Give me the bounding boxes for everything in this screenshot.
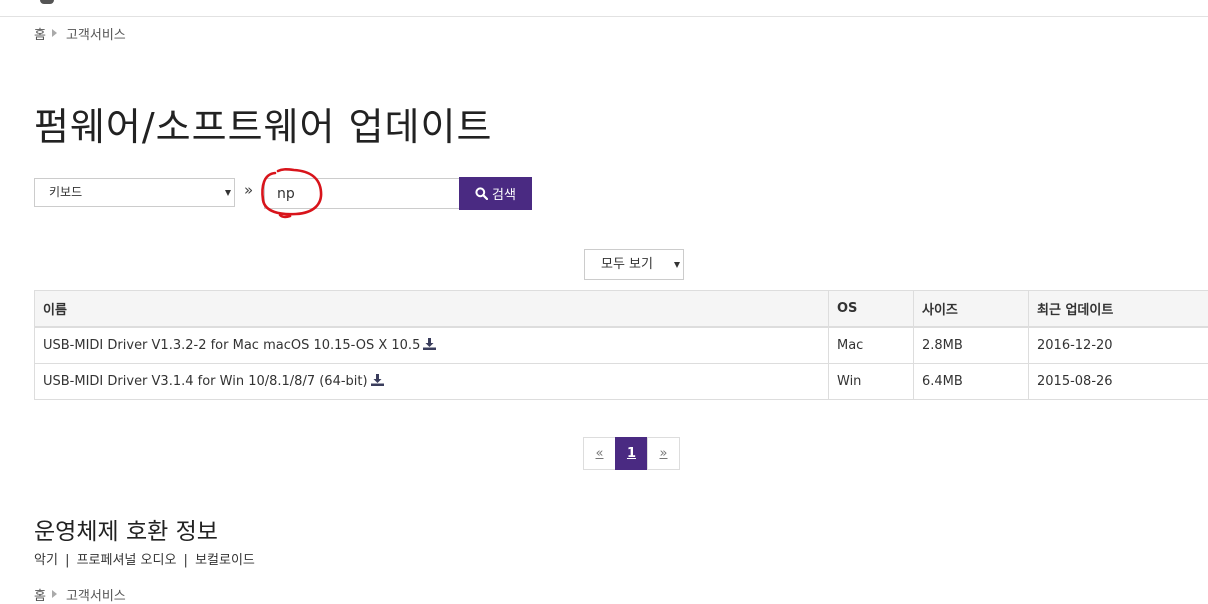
download-icon: [370, 374, 384, 386]
download-icon: [423, 338, 437, 350]
category-select[interactable]: 키보드: [34, 178, 235, 207]
os-cell: Win: [828, 363, 914, 400]
search-icon: [475, 187, 489, 200]
link-vocaloid[interactable]: 보컬로이드: [195, 553, 255, 568]
chevron-down-icon: [674, 262, 680, 268]
category-select-value: 키보드: [49, 185, 83, 199]
pagination-page-1[interactable]: 1: [615, 437, 648, 470]
updated-cell: 2016-12-20: [1028, 326, 1208, 364]
pagination-next-button[interactable]: »: [647, 437, 680, 470]
os-cell: Mac: [828, 326, 914, 364]
file-name-cell: USB-MIDI Driver V1.3.2-2 for Mac macOS 1…: [34, 326, 829, 364]
os-filter-select[interactable]: 모두 보기: [584, 249, 684, 280]
column-header-size: 사이즈: [913, 290, 1029, 328]
pagination-prev-button[interactable]: «: [583, 437, 616, 470]
column-header-name: 이름: [34, 290, 829, 328]
os-compatibility-title: 운영체제 호환 정보: [34, 519, 218, 545]
downloads-table-container: 이름 OS 사이즈 최근 업데이트 USB-MIDI Driver V1.3.2…: [34, 290, 1208, 400]
footer-breadcrumb: 홈 고객서비스: [34, 585, 126, 604]
table-header-row: 이름 OS 사이즈 최근 업데이트: [34, 290, 1208, 328]
search-input[interactable]: [264, 178, 460, 209]
pagination: « 1 »: [583, 437, 680, 470]
file-name: USB-MIDI Driver V1.3.2-2 for Mac macOS 1…: [43, 338, 421, 353]
downloads-table: 이름 OS 사이즈 최근 업데이트 USB-MIDI Driver V1.3.2…: [34, 290, 1208, 400]
os-filter-value: 모두 보기: [601, 257, 653, 272]
breadcrumb-arrow-icon: [51, 590, 57, 598]
size-cell: 2.8MB: [913, 326, 1029, 364]
breadcrumb-home-link[interactable]: 홈: [34, 24, 46, 43]
header-divider: [0, 16, 1208, 17]
column-header-os: OS: [828, 290, 914, 328]
table-row: USB-MIDI Driver V1.3.2-2 for Mac macOS 1…: [34, 326, 1208, 364]
link-divider: |: [183, 553, 188, 568]
size-cell: 6.4MB: [913, 363, 1029, 400]
breadcrumb: 홈 고객서비스: [34, 24, 126, 43]
download-link[interactable]: USB-MIDI Driver V1.3.2-2 for Mac macOS 1…: [43, 338, 437, 353]
breadcrumb-arrow-icon: [51, 29, 57, 37]
column-header-updated: 최근 업데이트: [1028, 290, 1208, 328]
search-button-label: 검색: [492, 188, 516, 203]
link-pro-audio[interactable]: 프로페셔널 오디오: [77, 553, 177, 568]
search-button[interactable]: 검색: [459, 177, 532, 210]
updated-cell: 2015-08-26: [1028, 363, 1208, 400]
page-title: 펌웨어/소프트웨어 업데이트: [34, 105, 493, 149]
breadcrumb-current-link[interactable]: 고객서비스: [66, 585, 126, 604]
file-name-cell: USB-MIDI Driver V3.1.4 for Win 10/8.1/8/…: [34, 363, 829, 400]
raquo-separator: »: [244, 181, 254, 199]
breadcrumb-current-link[interactable]: 고객서비스: [66, 24, 126, 43]
breadcrumb-home-link[interactable]: 홈: [34, 585, 46, 604]
header-logo-fragment: [40, 0, 54, 4]
link-instruments[interactable]: 악기: [34, 553, 58, 568]
table-row: USB-MIDI Driver V3.1.4 for Win 10/8.1/8/…: [34, 363, 1208, 400]
os-compatibility-links: 악기 | 프로페셔널 오디오 | 보컬로이드: [34, 549, 255, 568]
link-divider: |: [65, 553, 70, 568]
chevron-down-icon: [225, 190, 231, 196]
download-link[interactable]: USB-MIDI Driver V3.1.4 for Win 10/8.1/8/…: [43, 374, 384, 389]
file-name: USB-MIDI Driver V3.1.4 for Win 10/8.1/8/…: [43, 374, 368, 389]
